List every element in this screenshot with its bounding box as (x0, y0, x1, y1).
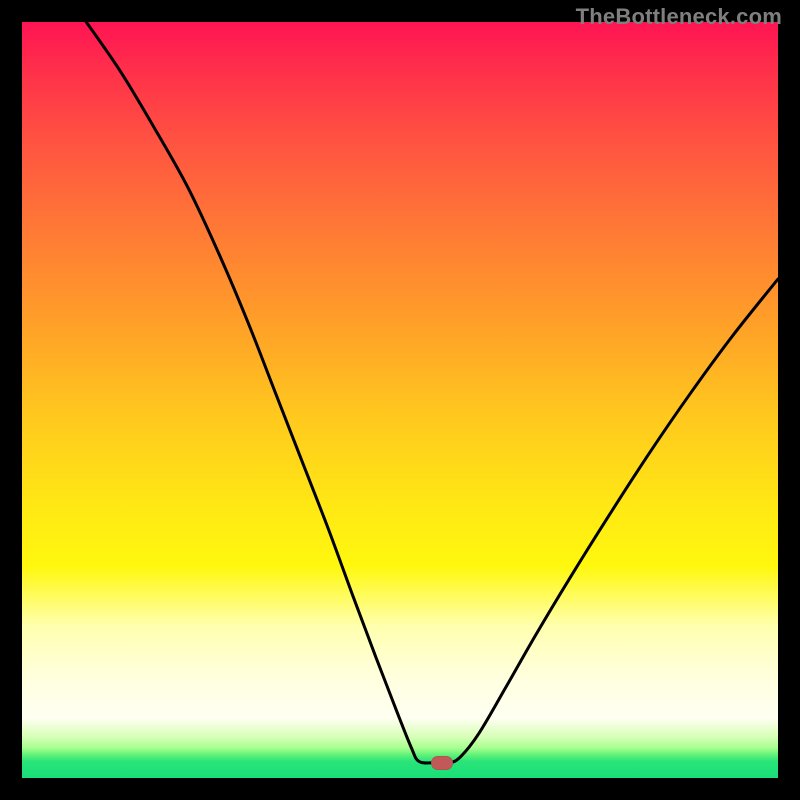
chart-frame: TheBottleneck.com (0, 0, 800, 800)
curve-svg (22, 22, 778, 778)
plot-area (22, 22, 778, 778)
bottleneck-curve-path (86, 22, 778, 763)
watermark-text: TheBottleneck.com (576, 4, 782, 30)
valley-marker (431, 756, 453, 770)
